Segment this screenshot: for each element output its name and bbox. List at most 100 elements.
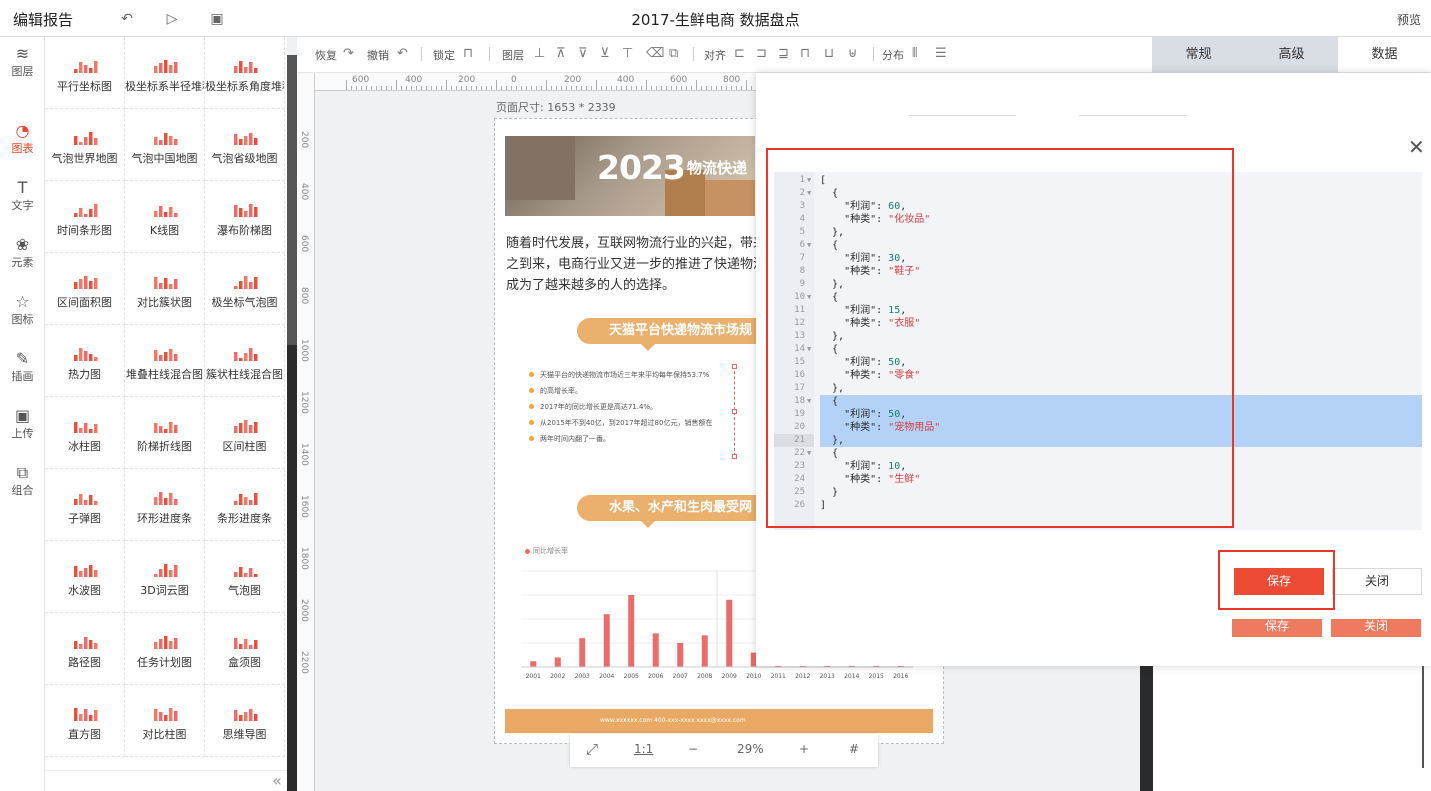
nav-item-3[interactable]: ❀ 元素	[0, 228, 45, 278]
tab-general[interactable]: 常规	[1152, 37, 1245, 73]
resize-handle[interactable]	[732, 409, 737, 414]
chart-type-item[interactable]: 气泡图	[205, 541, 285, 613]
lock-icon[interactable]: ⊓	[463, 46, 473, 61]
align-menu[interactable]: 对齐	[704, 47, 726, 63]
thumbnail-mark	[153, 137, 157, 145]
close-icon[interactable]: ✕	[1408, 137, 1425, 157]
fit-screen-icon[interactable]: ⤢	[586, 740, 598, 758]
chart-type-item[interactable]: 冰柱图	[45, 397, 125, 469]
banner-image[interactable]: 2023 物流快递	[505, 136, 755, 216]
nav-item-0[interactable]: ≋ 图层	[0, 37, 45, 87]
chart-bar[interactable]	[530, 661, 537, 667]
layer-bottom-icon[interactable]: ⊻	[600, 46, 610, 61]
distribute-h-icon[interactable]: ⫴	[912, 46, 917, 61]
chart-type-item[interactable]: 极坐标系角度堆积	[205, 37, 285, 109]
nav-item-5[interactable]: ✎ 插画	[0, 342, 45, 392]
resize-handle[interactable]	[732, 454, 737, 459]
redo-icon[interactable]: ↷	[343, 46, 354, 61]
chart-type-item[interactable]: 热力图	[45, 325, 125, 397]
chart-bar[interactable]	[726, 599, 733, 667]
redo-button[interactable]: 恢复	[315, 47, 337, 63]
chart-type-item[interactable]: 对比簇状图	[125, 253, 205, 325]
section-heading-pill[interactable]: 天猫平台快递物流市场规	[577, 318, 757, 344]
delete-icon[interactable]: ⌫	[646, 46, 664, 61]
save-icon[interactable]: ▣	[208, 10, 226, 28]
tab-advanced[interactable]: 高级	[1245, 37, 1338, 73]
lock-button[interactable]: 锁定	[433, 47, 455, 63]
align-top-icon[interactable]: ⊓	[800, 46, 810, 61]
layer-down-icon[interactable]: ⊽	[578, 46, 588, 61]
thumbnail-mark	[73, 69, 77, 73]
chart-bar[interactable]	[603, 614, 610, 667]
chart-type-item[interactable]: 区间柱图	[205, 397, 285, 469]
undo-button[interactable]: 撤销	[367, 47, 389, 63]
chart-type-item[interactable]: 气泡世界地图	[45, 109, 125, 181]
chart-type-item[interactable]: 气泡中国地图	[125, 109, 205, 181]
chart-type-item[interactable]: 3D词云图	[125, 541, 205, 613]
align-center-icon[interactable]: ⊐	[756, 46, 767, 61]
chart-bar[interactable]	[677, 643, 684, 667]
align-middle-icon[interactable]: ⊔	[824, 46, 834, 61]
align-bottom-icon[interactable]: ⊎	[848, 46, 858, 61]
close-button[interactable]: 关闭	[1332, 568, 1422, 595]
play-icon[interactable]: ▷	[163, 10, 181, 28]
section-heading-pill[interactable]: 水果、水产和生肉最受网	[577, 495, 757, 521]
chart-bar[interactable]	[701, 635, 708, 667]
chart-type-item[interactable]: 极坐标系半径堆积	[125, 37, 205, 109]
zoom-out-button[interactable]: −	[688, 742, 698, 756]
chart-type-item[interactable]: 瀑布阶梯图	[205, 181, 285, 253]
align-right-icon[interactable]: ⊒	[778, 46, 789, 61]
copy-icon[interactable]: ⧉	[669, 46, 678, 61]
right-scrollbar-track[interactable]	[1140, 666, 1153, 791]
distribute-v-icon[interactable]: ☰	[935, 46, 947, 61]
chart-bar[interactable]	[554, 657, 561, 667]
chart-type-item[interactable]: 簇状柱线混合图	[205, 325, 285, 397]
nav-item-7[interactable]: ⧉ 组合	[0, 456, 45, 506]
nav-item-4[interactable]: ☆ 图标	[0, 285, 45, 335]
chart-type-item[interactable]: 水波图	[45, 541, 125, 613]
undo-icon[interactable]: ↶	[397, 46, 408, 61]
chart-type-item[interactable]: 气泡省级地图	[205, 109, 285, 181]
resize-handle[interactable]	[732, 364, 737, 369]
chart-bar[interactable]	[579, 638, 586, 667]
chart-type-item[interactable]: 堆叠柱线混合图	[125, 325, 205, 397]
right-scrollbar[interactable]	[1422, 666, 1424, 768]
chart-type-item[interactable]: 任务计划图	[125, 613, 205, 685]
grid-toggle-icon[interactable]: #	[849, 742, 859, 756]
layer-up-icon[interactable]: ⊥	[534, 46, 545, 61]
chart-type-item[interactable]: 直方图	[45, 685, 125, 757]
distribute-menu[interactable]: 分布	[882, 47, 904, 63]
chart-type-item[interactable]: 环形进度条	[125, 469, 205, 541]
nav-item-1[interactable]: ◔ 图表	[0, 114, 45, 164]
chart-type-item[interactable]: 子弹图	[45, 469, 125, 541]
chart-type-item[interactable]: 条形进度条	[205, 469, 285, 541]
nav-item-2[interactable]: T 文字	[0, 171, 45, 221]
chart-type-item[interactable]: 对比柱图	[125, 685, 205, 757]
preview-button[interactable]: 预览	[1397, 11, 1421, 28]
collapse-panel-icon[interactable]: «	[267, 771, 287, 790]
chart-bar[interactable]	[652, 633, 659, 667]
chart-type-item[interactable]: 平行坐标图	[45, 37, 125, 109]
chart-type-item[interactable]: 路径图	[45, 613, 125, 685]
layer-menu[interactable]: 图层	[502, 47, 524, 63]
panel-scrollbar-thumb[interactable]	[287, 55, 297, 345]
chart-type-item[interactable]: 盒须图	[205, 613, 285, 685]
thumbnail-mark	[233, 66, 237, 73]
tab-data[interactable]: 数据	[1338, 37, 1431, 73]
actual-size-button[interactable]: 1:1	[634, 742, 653, 756]
undo-icon[interactable]: ↶	[118, 10, 136, 28]
chart-type-item[interactable]: 阶梯折线图	[125, 397, 205, 469]
layer-flip-icon[interactable]: ⊤	[622, 46, 633, 61]
chart-type-item[interactable]: 区间面积图	[45, 253, 125, 325]
chart-bar[interactable]	[628, 595, 635, 667]
layer-top-icon[interactable]: ⊼	[556, 46, 566, 61]
bullet-list[interactable]: 天猫平台的快递物流市场近三年来平均每年保持53.7% 的高增长率。 2017年的…	[529, 367, 729, 447]
zoom-in-button[interactable]: +	[799, 742, 809, 756]
chart-type-item[interactable]: 极坐标气泡图	[205, 253, 285, 325]
chart-type-item[interactable]: 时间条形图	[45, 181, 125, 253]
chart-type-item[interactable]: 思维导图	[205, 685, 285, 757]
chart-type-item[interactable]: K线图	[125, 181, 205, 253]
nav-item-6[interactable]: ▣ 上传	[0, 399, 45, 449]
align-left-icon[interactable]: ⊏	[734, 46, 745, 61]
intro-text[interactable]: 随着时代发展，互联网物流行业的兴起，带来 之到来，电商行业又进一步的推进了快递物…	[506, 233, 756, 296]
